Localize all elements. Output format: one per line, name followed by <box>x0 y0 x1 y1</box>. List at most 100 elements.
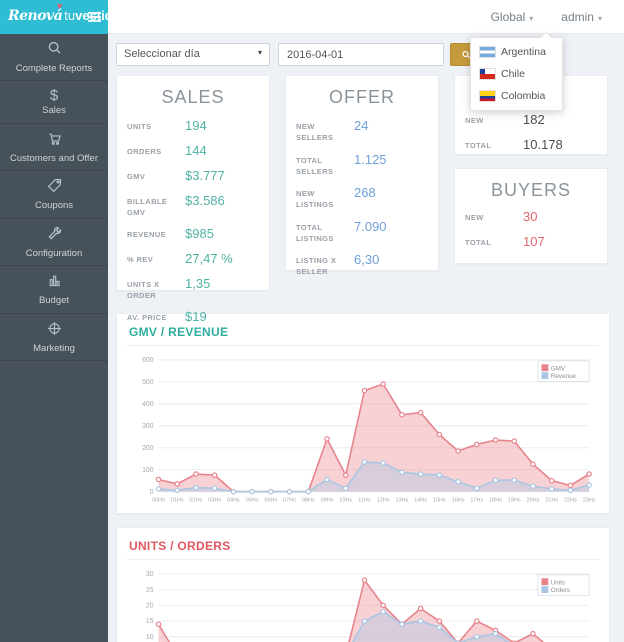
target-icon <box>46 320 63 337</box>
sidebar: Complete Reports $ Sales Customers and O… <box>0 34 108 642</box>
svg-text:400: 400 <box>142 401 154 408</box>
stat-value: 1.125 <box>354 152 387 169</box>
stat-label: NEW <box>465 209 523 223</box>
sidebar-item-label: Coupons <box>6 201 102 211</box>
global-dropdown[interactable]: Global▾ <box>491 10 534 24</box>
svg-text:30: 30 <box>146 571 154 578</box>
offer-panel: OFFER NEW SELLERS24 TOTAL SELLERS1.125 N… <box>285 75 439 271</box>
svg-text:0: 0 <box>150 489 154 496</box>
stat-label: REVENUE <box>127 226 185 240</box>
sidebar-item-coupons[interactable]: Coupons <box>0 171 108 218</box>
svg-text:500: 500 <box>142 379 154 386</box>
stat-row: AV. PRICE$19 <box>127 309 259 326</box>
units-orders-chart-panel: UNITS / ORDERS 05101520253000Hs01Hs02Hs0… <box>116 527 610 642</box>
tag-icon <box>46 177 63 194</box>
colombia-flag-icon <box>480 91 495 101</box>
stat-label: NEW LISTINGS <box>296 185 354 211</box>
heart-icon: ♥ <box>57 1 62 11</box>
stat-label: BILLABLE GMV <box>127 193 185 219</box>
svg-text:Orders: Orders <box>551 587 570 594</box>
stat-label: NEW SELLERS <box>296 118 354 144</box>
svg-text:GMV: GMV <box>551 365 566 372</box>
argentina-flag-icon <box>480 47 495 57</box>
buyers-panel: BUYERS NEW30 TOTAL107 <box>454 168 608 264</box>
stat-row: UNITS194 <box>127 118 259 135</box>
bar-chart-icon <box>46 272 63 289</box>
main-content: Seleccionar día ▾ Consultar SALES UNITS1… <box>108 34 624 642</box>
stat-value: $3.777 <box>185 168 225 185</box>
units-orders-chart-title: UNITS / ORDERS <box>129 539 597 553</box>
stat-row: TOTAL107 <box>465 234 597 251</box>
svg-text:00Hs: 00Hs <box>152 497 165 503</box>
svg-text:13Hs: 13Hs <box>395 497 408 503</box>
svg-text:04Hs: 04Hs <box>227 497 240 503</box>
menu-icon[interactable] <box>88 12 101 24</box>
menu-item-colombia[interactable]: Colombia <box>471 85 562 107</box>
divider <box>127 345 599 346</box>
stat-value: 30 <box>523 209 537 226</box>
day-select-value: Seleccionar día <box>124 48 200 60</box>
svg-text:22Hs: 22Hs <box>564 497 577 503</box>
topbar-actions: Global▾ admin▾ <box>491 0 624 34</box>
dollar-icon: $ <box>6 87 102 104</box>
sidebar-item-complete-reports[interactable]: Complete Reports <box>0 34 108 81</box>
chevron-down-icon: ▾ <box>598 14 602 23</box>
stat-label: AV. PRICE <box>127 309 185 323</box>
country-menu: Argentina Chile Colombia <box>470 37 563 111</box>
stat-value: 182 <box>523 112 545 129</box>
sidebar-item-configuration[interactable]: Configuration <box>0 219 108 266</box>
stat-label: LISTING X SELLER <box>296 252 354 278</box>
stat-row: NEW182 <box>465 112 597 129</box>
stat-label: UNITS X ORDER <box>127 276 185 302</box>
buyers-panel-title: BUYERS <box>465 180 597 201</box>
stat-value: 10.178 <box>523 137 563 154</box>
stat-value: 1,35 <box>185 276 210 293</box>
menu-item-argentina[interactable]: Argentina <box>471 41 562 63</box>
stat-row: REVENUE$985 <box>127 226 259 243</box>
stat-value: 6,30 <box>354 252 379 269</box>
svg-text:11Hs: 11Hs <box>358 497 371 503</box>
svg-text:300: 300 <box>142 423 154 430</box>
stat-value: 107 <box>523 234 545 251</box>
admin-dropdown[interactable]: admin▾ <box>561 10 602 24</box>
menu-item-chile[interactable]: Chile <box>471 63 562 85</box>
stat-row: LISTING X SELLER6,30 <box>296 252 428 278</box>
svg-text:600: 600 <box>142 357 154 364</box>
day-select[interactable]: Seleccionar día ▾ <box>116 43 270 66</box>
sidebar-item-budget[interactable]: Budget <box>0 266 108 313</box>
svg-text:200: 200 <box>142 445 154 452</box>
stat-row: TOTAL10.178 <box>465 137 597 154</box>
stat-row: GMV$3.777 <box>127 168 259 185</box>
svg-text:10Hs: 10Hs <box>339 497 352 503</box>
date-input[interactable] <box>278 43 444 66</box>
svg-text:10: 10 <box>146 634 154 641</box>
topbar: Renovátuvestidor ♥ Global▾ admin▾ <box>0 0 624 34</box>
stat-row: % REV27,47 % <box>127 251 259 268</box>
cart-icon <box>46 130 63 147</box>
sidebar-item-customers-and-offer[interactable]: Customers and Offer <box>0 124 108 171</box>
gmv-revenue-chart-panel: GMV / REVENUE 010020030040050060000Hs01H… <box>116 313 610 514</box>
stat-label: TOTAL <box>465 234 523 248</box>
sidebar-item-marketing[interactable]: Marketing <box>0 314 108 361</box>
svg-text:100: 100 <box>142 467 154 474</box>
stat-label: TOTAL LISTINGS <box>296 219 354 245</box>
svg-text:09Hs: 09Hs <box>321 497 334 503</box>
logo-renova: Renová <box>8 8 62 24</box>
svg-text:20: 20 <box>146 603 154 610</box>
stat-row: NEW LISTINGS268 <box>296 185 428 211</box>
svg-text:25: 25 <box>146 587 154 594</box>
units-orders-chart: 05101520253000Hs01Hs02Hs03Hs04Hs05Hs06Hs… <box>129 566 597 642</box>
sidebar-item-sales[interactable]: $ Sales <box>0 81 108 123</box>
offer-panel-title: OFFER <box>296 87 428 108</box>
svg-text:20Hs: 20Hs <box>527 497 540 503</box>
menu-item-label: Argentina <box>501 46 546 58</box>
stat-row: UNITS X ORDER1,35 <box>127 276 259 302</box>
stat-label: GMV <box>127 168 185 182</box>
stat-label: NEW <box>465 112 523 126</box>
stat-row: TOTAL LISTINGS7.090 <box>296 219 428 245</box>
svg-text:Units: Units <box>551 580 565 587</box>
menu-item-label: Chile <box>501 68 525 80</box>
svg-text:16Hs: 16Hs <box>452 497 465 503</box>
svg-text:05Hs: 05Hs <box>246 497 259 503</box>
stat-value: 24 <box>354 118 368 135</box>
